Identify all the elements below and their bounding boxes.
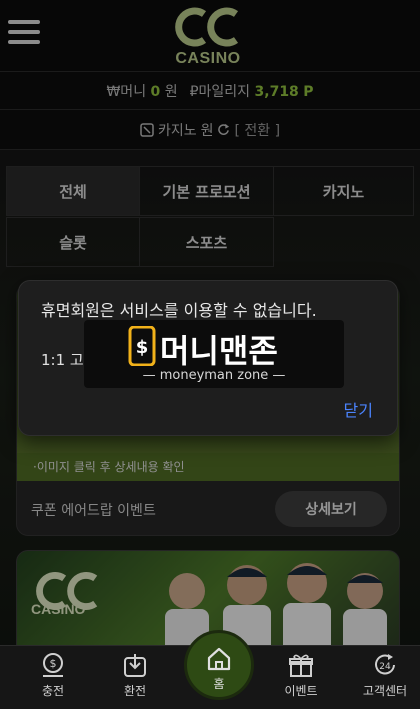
phone-dollar-icon: $ xyxy=(128,326,156,366)
dialog-sub-message: 1:1 고 xyxy=(41,351,84,369)
svg-text:24: 24 xyxy=(379,662,391,672)
nav-support-label: 고객센터 xyxy=(362,684,408,698)
nav-withdraw[interactable]: 환전 xyxy=(100,652,170,708)
nav-home[interactable]: 홈 xyxy=(184,630,254,700)
moneyman-zone-watermark: $ 머니맨존 — moneyman zone — xyxy=(84,320,344,388)
nav-support[interactable]: 24 고객센터 xyxy=(350,652,420,708)
nav-event-label: 이벤트 xyxy=(284,684,318,698)
support-24-icon: 24 xyxy=(375,654,395,675)
watermark-main-text: 머니맨존 xyxy=(160,332,278,370)
svg-text:$: $ xyxy=(50,657,57,670)
svg-text:$: $ xyxy=(136,337,149,358)
deposit-icon: $ xyxy=(43,653,63,677)
withdraw-icon xyxy=(124,654,146,677)
home-icon xyxy=(207,647,231,671)
nav-deposit[interactable]: $ 충전 xyxy=(18,652,88,708)
dialog-message: 휴면회원은 서비스를 이용할 수 없습니다. xyxy=(41,301,317,320)
nav-home-label: 홈 xyxy=(213,677,225,691)
nav-deposit-label: 충전 xyxy=(41,684,65,698)
gift-icon xyxy=(289,654,313,677)
dialog-close-button[interactable]: 닫기 xyxy=(344,397,373,421)
nav-withdraw-label: 환전 xyxy=(123,684,147,698)
nav-event[interactable]: 이벤트 xyxy=(266,652,336,708)
watermark-sub-text: — moneyman zone — xyxy=(142,368,286,383)
